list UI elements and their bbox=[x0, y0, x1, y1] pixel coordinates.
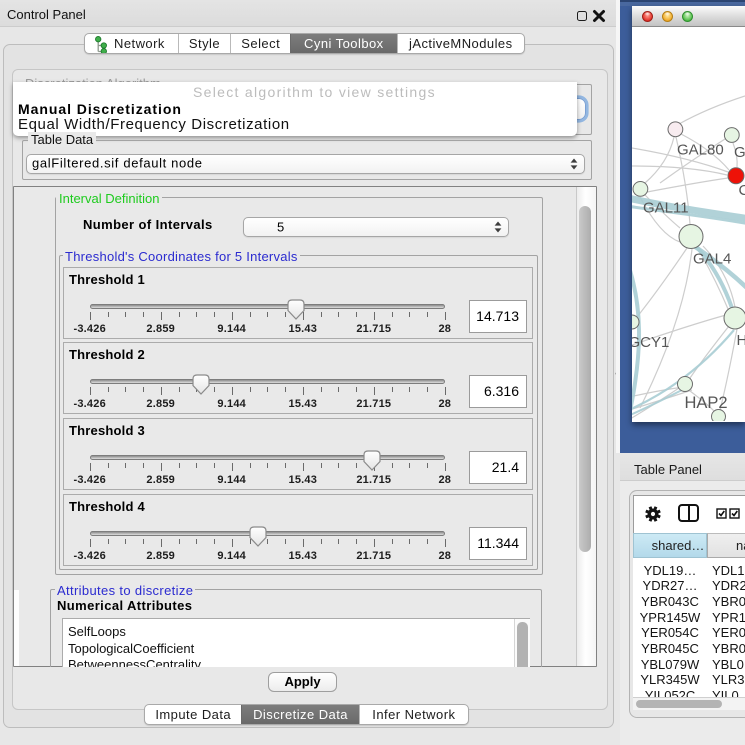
svg-text:GAL80: GAL80 bbox=[677, 142, 724, 159]
svg-text:GAL11: GAL11 bbox=[643, 200, 689, 217]
svg-text:HAP2: HAP2 bbox=[685, 394, 728, 412]
svg-text:C: C bbox=[739, 182, 745, 199]
svg-text:H: H bbox=[737, 332, 745, 349]
svg-text:GAL4: GAL4 bbox=[693, 251, 731, 268]
svg-text:GCY1: GCY1 bbox=[632, 334, 669, 351]
svg-text:GA: GA bbox=[734, 144, 745, 161]
